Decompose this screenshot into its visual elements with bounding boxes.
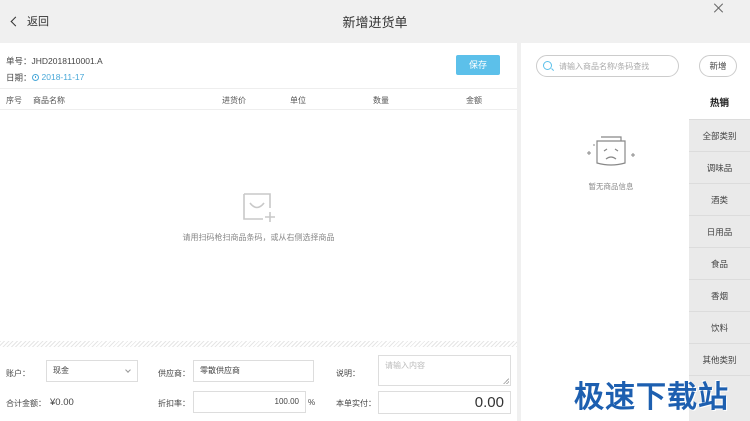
category-item-seasoning[interactable]: 调味品 (689, 152, 750, 184)
category-item-liquor[interactable]: 酒类 (689, 184, 750, 216)
empty-state: 请用扫码枪扫商品条码，或从右侧选择商品 (0, 188, 517, 243)
resize-grip-icon[interactable] (503, 378, 509, 384)
discount-unit: % (308, 398, 316, 407)
order-date-label: 日期： (6, 72, 32, 83)
table-header: 序号 商品名称 进货价 单位 数量 金额 (0, 88, 517, 110)
category-item-daily-goods[interactable]: 日用品 (689, 216, 750, 248)
order-number-row: 单号：JHD2018110001.A (6, 53, 103, 69)
search-icon (543, 61, 552, 70)
order-number-label: 单号： (6, 56, 32, 66)
sad-box-icon (587, 136, 635, 166)
category-item-drinks[interactable]: 饮料 (689, 312, 750, 344)
watermark-logo: 极速下载站 (574, 380, 729, 415)
add-product-button[interactable]: 新增 (699, 55, 737, 77)
cart-plus-icon (241, 188, 277, 224)
order-date-picker[interactable]: 2018-11-17 (31, 69, 85, 85)
column-header-quantity: 数量 (373, 96, 389, 105)
discount-label: 折扣率： (158, 399, 190, 408)
note-textarea[interactable]: 请输入内容 (378, 355, 511, 386)
paid-value: 0.00 (474, 394, 504, 411)
discount-value: 100.00 (274, 397, 299, 406)
order-number-value: JHD2018110001.A (31, 56, 103, 66)
paid-amount-field[interactable]: 0.00 (378, 391, 511, 414)
supplier-value: 零散供应商 (200, 366, 240, 375)
product-picker-panel: 请输入商品名称/条码查找 新增 暂无商品信息 热销 全部类别 调味品 酒类 日用… (521, 43, 750, 421)
products-empty-state: 暂无商品信息 (561, 133, 661, 192)
account-value: 现金 (53, 366, 69, 375)
account-select[interactable]: 现金 (46, 360, 138, 382)
supplier-label: 供应商： (158, 369, 190, 378)
order-date-value: 2018-11-17 (41, 72, 85, 82)
column-header-unit: 单位 (290, 96, 306, 105)
save-button[interactable]: 保存 (456, 55, 500, 75)
search-placeholder: 请输入商品名称/条码查找 (559, 62, 650, 71)
column-header-amount: 金额 (466, 96, 482, 105)
total-label: 合计金额： (6, 399, 46, 408)
order-panel: 单号：JHD2018110001.A 日期： 2018-11-17 保存 序号 商… (0, 43, 517, 421)
account-label: 账户： (6, 369, 30, 378)
category-item-hot[interactable]: 热销 (689, 88, 750, 120)
page-title: 新增进货单 (342, 15, 408, 30)
empty-message: 请用扫码枪扫商品条码，或从右侧选择商品 (182, 233, 335, 242)
total-value: ¥0.00 (50, 397, 74, 408)
order-date-row: 日期： 2018-11-17 (6, 69, 103, 86)
column-header-product-name: 商品名称 (33, 96, 65, 105)
chevron-down-icon (125, 367, 131, 373)
note-label: 说明： (336, 369, 360, 378)
order-info: 单号：JHD2018110001.A 日期： 2018-11-17 (6, 53, 103, 86)
section-divider (0, 341, 517, 347)
category-item-food[interactable]: 食品 (689, 248, 750, 280)
clock-icon (31, 73, 39, 81)
column-header-index: 序号 (6, 96, 22, 105)
search-input[interactable]: 请输入商品名称/条码查找 (536, 55, 679, 77)
category-item-all[interactable]: 全部类别 (689, 120, 750, 152)
supplier-field[interactable]: 零散供应商 (193, 360, 314, 382)
close-icon[interactable] (712, 2, 726, 16)
discount-field[interactable]: 100.00 (193, 391, 306, 413)
title-bar: 返回 新增进货单 (0, 0, 750, 43)
category-item-cigarettes[interactable]: 香烟 (689, 280, 750, 312)
paid-label: 本单实付： (336, 399, 376, 408)
note-placeholder: 请输入内容 (385, 361, 425, 370)
column-header-purchase-price: 进货价 (222, 96, 246, 105)
products-empty-message: 暂无商品信息 (588, 182, 634, 191)
